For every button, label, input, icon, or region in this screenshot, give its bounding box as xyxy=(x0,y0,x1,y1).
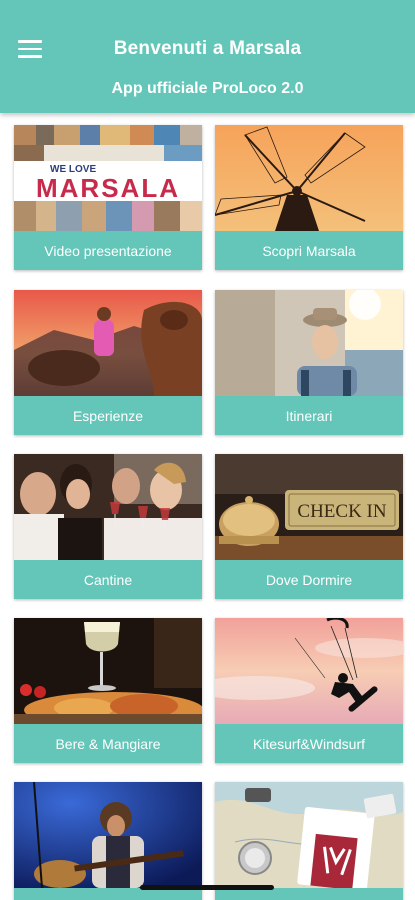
map-travel-image xyxy=(215,782,403,888)
tile-bere-mangiare[interactable]: Bere & Mangiare xyxy=(14,618,202,763)
we-love-marsala-image: WE LOVE MARSALA xyxy=(14,125,202,231)
home-indicator[interactable] xyxy=(140,885,274,890)
traveler-street-image xyxy=(215,290,403,396)
tile-label: Bere & Mangiare xyxy=(55,735,161,752)
kitesurfer-image xyxy=(215,618,403,724)
tile-label: Kitesurf&Windsurf xyxy=(252,735,366,752)
tile-cantine[interactable]: Cantine xyxy=(14,454,202,599)
wine-tasting-image xyxy=(14,454,202,560)
check-in-sign-text: CHECK IN xyxy=(297,501,386,522)
tile-itinerari[interactable]: Itinerari xyxy=(215,290,403,435)
tile-map[interactable] xyxy=(215,782,403,900)
tile-esperienze[interactable]: Esperienze xyxy=(14,290,202,435)
tile-scopri-marsala[interactable]: Scopri Marsala xyxy=(215,125,403,270)
tile-label: Scopri Marsala xyxy=(262,242,356,259)
tile-label: Cantine xyxy=(83,571,133,588)
check-in-bell-image: CHECK IN xyxy=(215,454,403,560)
tile-label: Video presentazione xyxy=(44,242,172,259)
tile-label: Itinerari xyxy=(285,407,333,424)
horse-riding-image xyxy=(14,290,202,396)
wine-food-image xyxy=(14,618,202,724)
tile-kitesurf-windsurf[interactable]: Kitesurf&Windsurf xyxy=(215,618,403,763)
guitar-performer-image xyxy=(14,782,202,888)
tile-video-presentazione[interactable]: WE LOVE MARSALA Video presentazione xyxy=(14,125,202,270)
tile-dove-dormire[interactable]: CHECK IN Dove Dormire xyxy=(215,454,403,599)
tile-label: Esperienze xyxy=(72,407,144,424)
header-subtitle: App ufficiale ProLoco 2.0 xyxy=(111,80,304,97)
windmill-sunset-image xyxy=(215,125,403,231)
collage-line2: MARSALA xyxy=(36,173,180,203)
tile-label: Dove Dormire xyxy=(265,571,353,588)
app-header: Benvenuti a Marsala App ufficiale ProLoc… xyxy=(0,0,415,113)
header-title: Benvenuti a Marsala xyxy=(113,38,302,59)
tile-music[interactable] xyxy=(14,782,202,900)
